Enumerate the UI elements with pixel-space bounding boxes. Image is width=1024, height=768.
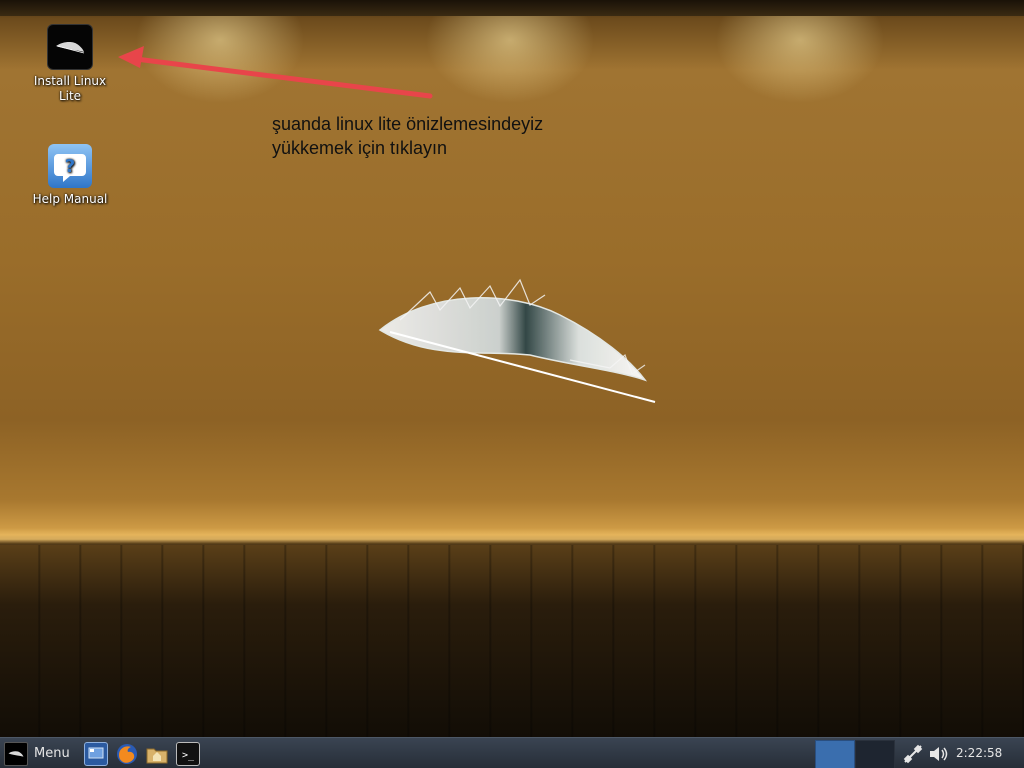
terminal-icon[interactable]: >_: [175, 741, 200, 766]
system-tray: [900, 738, 950, 768]
network-icon[interactable]: [902, 744, 924, 764]
firefox-icon[interactable]: [116, 743, 138, 765]
workspace-1[interactable]: [815, 740, 855, 768]
linux-lite-menu-icon: [4, 741, 28, 766]
wallpaper-glow: [0, 528, 1024, 544]
desktop: Install Linux Lite ? Help Manual şuanda …: [0, 0, 1024, 737]
workspace-2[interactable]: [855, 740, 895, 768]
svg-text:>_: >_: [182, 750, 195, 761]
taskbar: Menu >_ 2:22:58 pm: [0, 737, 1024, 768]
volume-icon[interactable]: [928, 744, 950, 764]
menu-label: Menu: [34, 746, 70, 761]
wallpaper-floor: [0, 545, 1024, 737]
annotation-arrow-icon: [118, 46, 433, 99]
menu-button[interactable]: Menu: [0, 738, 76, 768]
desktop-show-icon[interactable]: [83, 741, 108, 766]
feather-wallpaper-image: [378, 278, 656, 403]
file-manager-icon[interactable]: [146, 743, 168, 765]
annotation-line-1: şuanda linux lite önizlemesindeyiz: [272, 114, 544, 134]
clock[interactable]: 2:22:58 pm: [956, 738, 1024, 768]
annotation-text: şuanda linux lite önizlemesindeyiz yükke…: [272, 112, 543, 160]
annotation-line-2: yükkemek için tıklayın: [272, 138, 448, 158]
